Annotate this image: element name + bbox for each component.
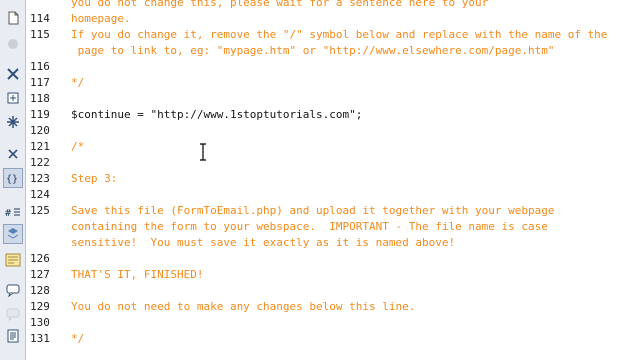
wrap-tag-button[interactable] (3, 304, 23, 324)
highlight-invalid-code-button[interactable]: # (3, 202, 23, 222)
text-cursor-icon (199, 143, 207, 161)
comment-line[interactable]: you do not change this, please wait for … (71, 0, 488, 11)
select-parent-tag-button[interactable] (3, 112, 23, 132)
comment-line[interactable]: You do not need to make any changes belo… (71, 299, 415, 315)
comment-line[interactable]: Save this file (FormToEmail.php) and upl… (71, 203, 554, 219)
comment-line[interactable]: homepage. (71, 11, 131, 27)
comment-line[interactable]: sensitive! You must save it exactly as i… (71, 235, 455, 251)
line-number: 125 (30, 204, 50, 217)
line-number: 116 (30, 60, 50, 73)
expand-all-icon (6, 91, 20, 105)
wrap-tag-icon (6, 307, 20, 321)
coding-toolbar: {} # (0, 0, 26, 360)
comment-line[interactable]: containing the form to your webspace. IM… (71, 219, 548, 235)
line-number (27, 235, 56, 251)
comment-line[interactable]: page to link to, eg: "mypage.htm" or "ht… (71, 43, 555, 59)
line-number: 126 (30, 252, 50, 265)
apply-comment-icon (5, 253, 21, 267)
apply-comment-button[interactable] (3, 250, 23, 270)
line-number: 130 (30, 316, 50, 329)
collapse-tag-icon (6, 37, 20, 51)
comment-line[interactable]: THAT'S IT, FINISHED! (71, 267, 203, 283)
balance-braces-icon (6, 147, 20, 161)
line-number: 114 (30, 12, 50, 25)
comment-line[interactable]: */ (71, 75, 84, 91)
syntax-coloring-icon (6, 227, 20, 241)
comment-line[interactable]: */ (71, 331, 84, 347)
collapse-tag-button[interactable] (3, 34, 23, 54)
line-number: 117 (30, 76, 50, 89)
comment-line[interactable]: If you do change it, remove the "/" symb… (71, 27, 607, 43)
svg-text:{}: {} (6, 174, 18, 185)
line-number (27, 219, 56, 235)
line-number: 118 (30, 92, 50, 105)
collapse-selection-icon (6, 67, 20, 81)
select-parent-tag-icon (6, 115, 20, 129)
line-number (27, 0, 56, 11)
line-number: 127 (30, 268, 50, 281)
code-view[interactable]: you do not change this, please wait for … (71, 0, 640, 360)
open-documents-button[interactable] (3, 8, 23, 28)
line-numbers-button[interactable]: {} (3, 168, 23, 188)
expand-all-button[interactable] (3, 88, 23, 108)
syntax-coloring-button[interactable] (3, 224, 23, 244)
line-number (27, 43, 56, 59)
line-number: 119 (30, 108, 50, 121)
line-number: 115 (30, 28, 50, 41)
recent-snippets-icon (6, 329, 20, 343)
code-line[interactable]: $continue = "http://www.1stoptutorials.c… (71, 107, 362, 123)
highlight-invalid-code-icon: # (5, 205, 21, 219)
remove-comment-button[interactable] (3, 280, 23, 300)
line-number-gutter: 114 115 116 117 118 119 120 121 122 123 124 125 126 1… (27, 0, 67, 360)
comment-line[interactable]: Step 3: (71, 171, 117, 187)
svg-text:#: # (5, 208, 11, 219)
comment-line[interactable]: /* (71, 139, 84, 155)
line-number: 121 (30, 140, 50, 153)
balance-braces-button[interactable] (3, 144, 23, 164)
line-number: 122 (30, 156, 50, 169)
line-number: 124 (30, 188, 50, 201)
line-number: 128 (30, 284, 50, 297)
open-documents-icon (6, 11, 20, 25)
line-number: 129 (30, 300, 50, 313)
line-number: 131 (30, 332, 50, 345)
collapse-selection-button[interactable] (3, 64, 23, 84)
remove-comment-icon (6, 283, 20, 297)
line-numbers-icon: {} (5, 171, 21, 185)
recent-snippets-button[interactable] (3, 326, 23, 346)
line-number: 120 (30, 124, 50, 137)
line-number: 123 (30, 172, 50, 185)
